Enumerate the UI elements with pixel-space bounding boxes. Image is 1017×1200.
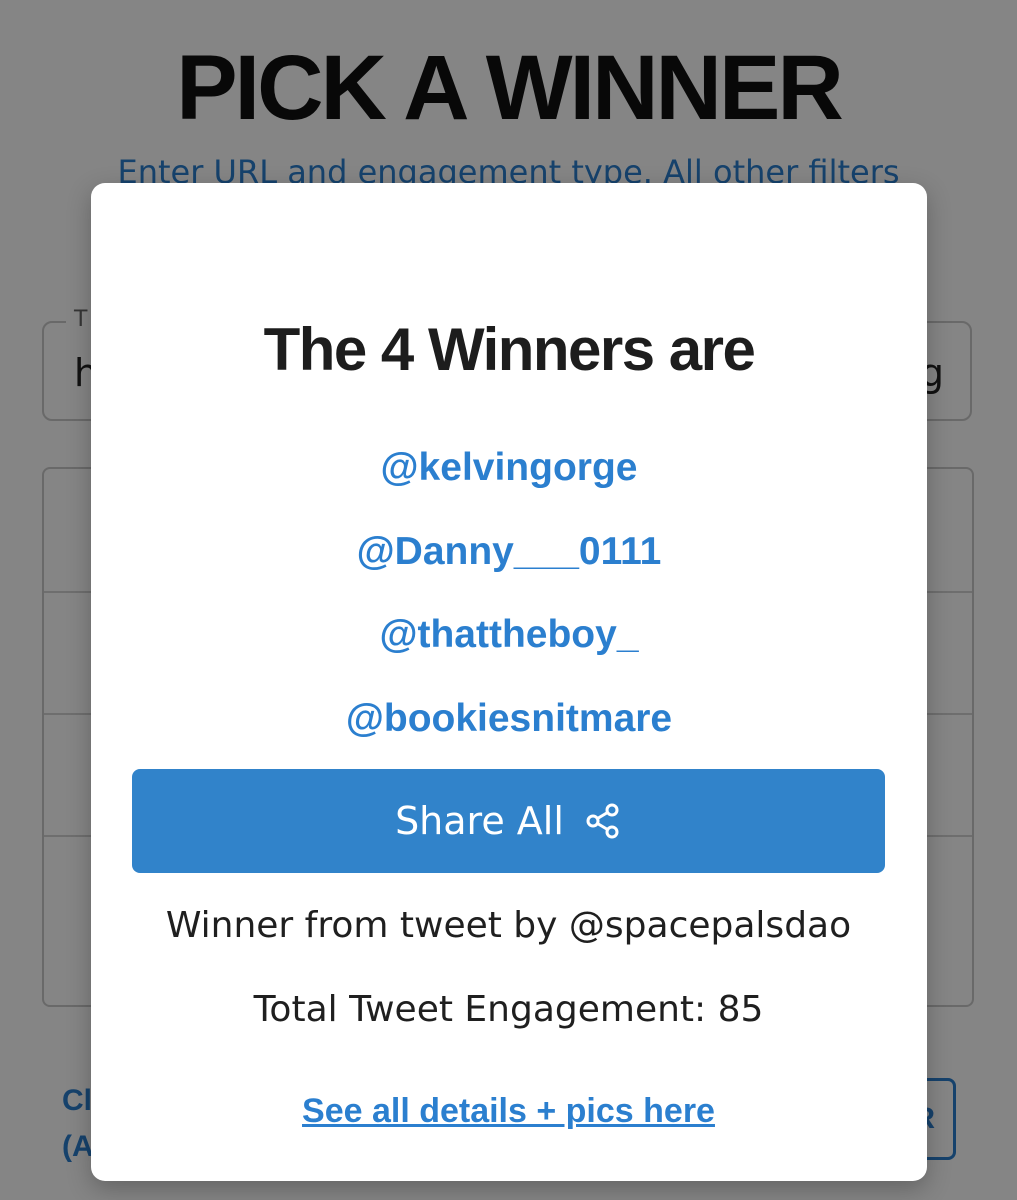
share-all-button[interactable]: Share All bbox=[132, 769, 885, 873]
winners-list: @kelvingorge @Danny___0111 @thattheboy_ … bbox=[91, 440, 927, 774]
winner-link[interactable]: @thattheboy_ bbox=[91, 607, 927, 691]
modal-title: The 4 Winners are bbox=[263, 316, 756, 383]
winner-link[interactable]: @kelvingorge bbox=[91, 440, 927, 524]
source-tweet-text: Winner from tweet by @spacepalsdao bbox=[165, 905, 852, 946]
share-icon bbox=[584, 802, 622, 840]
see-details-link[interactable]: See all details + pics here bbox=[0, 1088, 1017, 1134]
winner-link[interactable]: @Danny___0111 bbox=[91, 524, 927, 608]
winner-link[interactable]: @bookiesnitmare bbox=[91, 691, 927, 775]
share-all-label: Share All bbox=[395, 799, 564, 843]
total-engagement-text: Total Tweet Engagement: 85 bbox=[253, 989, 764, 1030]
